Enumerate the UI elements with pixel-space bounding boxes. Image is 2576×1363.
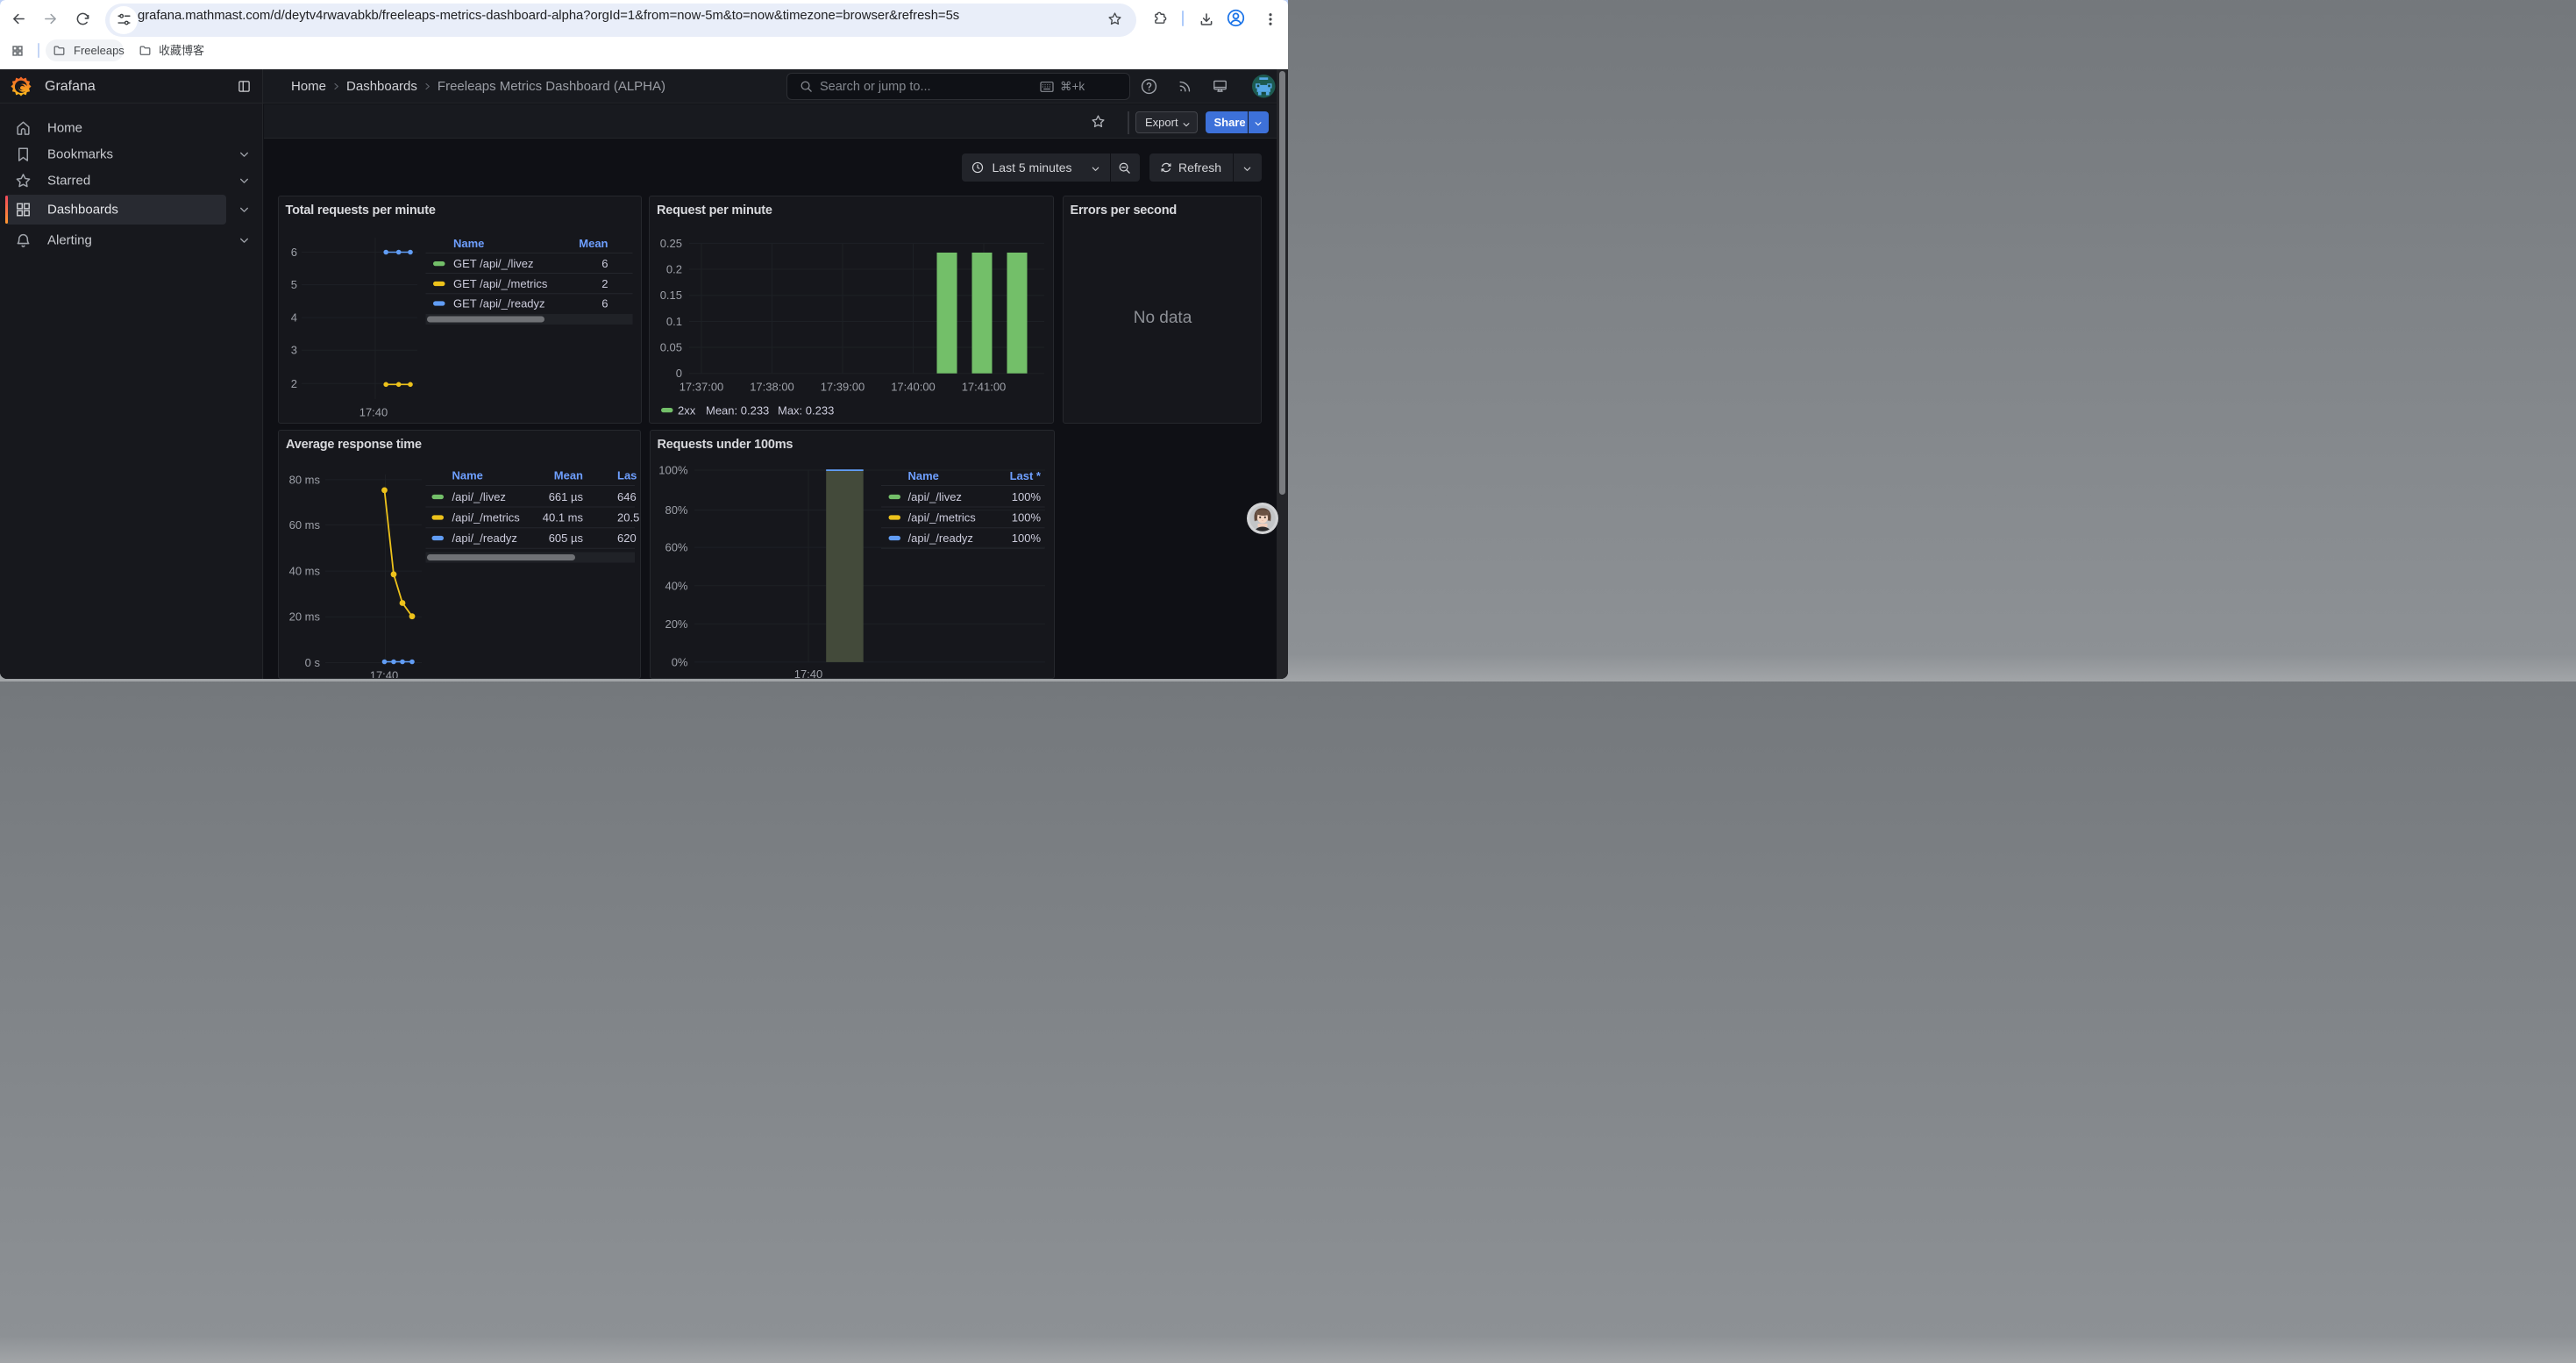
svg-text:/api/_/readyz: /api/_/readyz [907, 532, 972, 545]
svg-text:0%: 0% [671, 655, 687, 668]
svg-text:2xx: 2xx [678, 403, 696, 417]
svg-text:/api/_/metrics: /api/_/metrics [907, 510, 976, 524]
svg-text:646: 646 [617, 490, 637, 503]
svg-text:Last *: Last * [1009, 469, 1041, 482]
svg-text:60 ms: 60 ms [289, 518, 321, 532]
svg-text:17:37:00: 17:37:00 [680, 381, 724, 394]
svg-text:17:40:00: 17:40:00 [891, 381, 936, 394]
svg-text:0.05: 0.05 [660, 341, 682, 354]
svg-text:20.5 r: 20.5 r [617, 510, 640, 524]
svg-text:17:41:00: 17:41:00 [962, 381, 1007, 394]
svg-text:100%: 100% [1011, 490, 1041, 503]
svg-text:0.1: 0.1 [666, 315, 682, 328]
svg-text:17:40: 17:40 [793, 667, 822, 678]
svg-text:0: 0 [676, 367, 682, 380]
svg-text:17:40: 17:40 [359, 406, 388, 419]
svg-text:40.1 ms: 40.1 ms [543, 510, 584, 524]
svg-text:17:38:00: 17:38:00 [750, 381, 794, 394]
svg-text:661 µs: 661 µs [549, 490, 584, 503]
svg-text:5: 5 [290, 278, 296, 291]
svg-text:/api/_/metrics: /api/_/metrics [452, 510, 521, 524]
svg-text:GET /api/_/livez: GET /api/_/livez [453, 257, 534, 270]
svg-text:60%: 60% [665, 540, 687, 553]
svg-text:0 s: 0 s [305, 656, 321, 669]
svg-text:/api/_/livez: /api/_/livez [907, 490, 961, 503]
svg-text:Mean: Mean [554, 468, 583, 482]
svg-text:Mean: 0.233: Mean: 0.233 [706, 403, 769, 417]
svg-text:GET /api/_/metrics: GET /api/_/metrics [453, 277, 548, 290]
svg-text:Name: Name [452, 468, 483, 482]
svg-text:100%: 100% [658, 463, 688, 476]
svg-text:Max: 0.233: Max: 0.233 [778, 403, 834, 417]
svg-text:4: 4 [290, 311, 296, 325]
svg-text:0.25: 0.25 [660, 237, 682, 250]
svg-text:17:40: 17:40 [370, 668, 399, 678]
svg-text:40%: 40% [665, 579, 687, 592]
svg-text:3: 3 [290, 344, 296, 357]
svg-text:GET /api/_/readyz: GET /api/_/readyz [453, 297, 545, 310]
svg-text:/api/_/readyz: /api/_/readyz [452, 532, 517, 545]
svg-text:Las: Las [617, 468, 637, 482]
svg-text:620: 620 [617, 532, 637, 545]
svg-text:/api/_/livez: /api/_/livez [452, 490, 506, 503]
svg-text:2: 2 [601, 277, 608, 290]
svg-text:100%: 100% [1011, 510, 1041, 524]
svg-text:80%: 80% [665, 503, 687, 517]
svg-text:Mean: Mean [579, 237, 608, 250]
svg-text:20 ms: 20 ms [289, 610, 321, 623]
svg-text:Name: Name [453, 237, 484, 250]
svg-text:17:39:00: 17:39:00 [821, 381, 865, 394]
svg-text:605 µs: 605 µs [549, 532, 584, 545]
svg-text:40 ms: 40 ms [289, 564, 321, 577]
svg-text:100%: 100% [1011, 532, 1041, 545]
svg-text:6: 6 [601, 297, 608, 310]
svg-text:0.15: 0.15 [660, 289, 682, 302]
svg-text:20%: 20% [665, 617, 687, 630]
svg-text:6: 6 [290, 246, 296, 259]
svg-text:80 ms: 80 ms [289, 473, 321, 486]
svg-text:6: 6 [601, 257, 608, 270]
svg-text:Name: Name [907, 469, 938, 482]
svg-text:0.2: 0.2 [666, 263, 682, 276]
svg-text:2: 2 [290, 377, 296, 390]
